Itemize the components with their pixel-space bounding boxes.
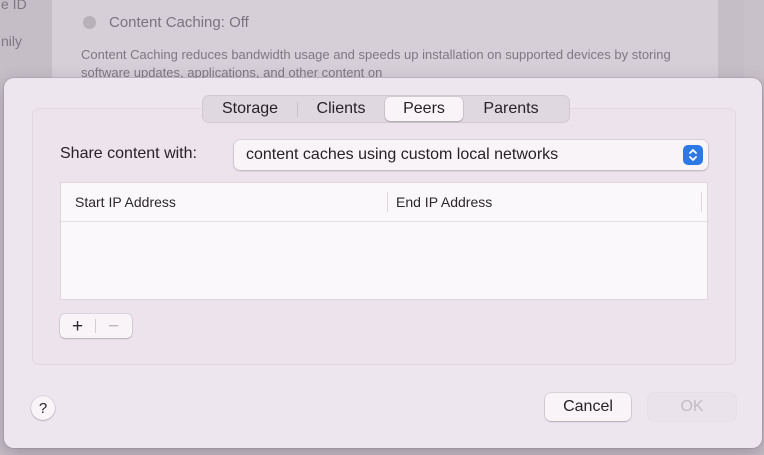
tab-parents[interactable]: Parents: [465, 97, 557, 121]
share-content-popup[interactable]: content caches using custom local networ…: [234, 140, 708, 170]
column-divider: [701, 192, 702, 212]
column-divider: [387, 192, 388, 212]
table-header: Start IP Address End IP Address: [61, 183, 707, 222]
chevron-updown-icon: [683, 145, 703, 165]
cancel-button[interactable]: Cancel: [545, 393, 631, 421]
background-sidebar-label: nily: [1, 33, 23, 49]
background-sidebar-label: e ID: [1, 0, 27, 12]
remove-range-button[interactable]: −: [96, 314, 131, 338]
tab-bar: Storage Clients Peers Parents: [202, 95, 570, 123]
tab-divider: [297, 101, 298, 117]
column-header-end-ip[interactable]: End IP Address: [396, 194, 492, 210]
status-dot-icon: [83, 16, 96, 29]
content-caching-status: Content Caching: Off: [83, 14, 249, 31]
share-content-value: content caches using custom local networ…: [246, 146, 559, 163]
tab-content-panel: Share content with: content caches using…: [32, 108, 736, 365]
share-content-label: Share content with:: [60, 145, 197, 162]
advanced-options-sheet: Share content with: content caches using…: [4, 78, 762, 448]
ok-button[interactable]: OK: [648, 393, 736, 421]
tab-storage[interactable]: Storage: [204, 97, 296, 121]
ip-range-table[interactable]: Start IP Address End IP Address: [60, 182, 708, 300]
column-header-start-ip[interactable]: Start IP Address: [75, 194, 176, 210]
content-caching-description: Content Caching reduces bandwidth usage …: [81, 47, 671, 80]
add-remove-control: + −: [60, 314, 132, 338]
content-caching-status-label: Content Caching: Off: [109, 14, 249, 31]
help-button[interactable]: ?: [31, 396, 55, 420]
tab-peers[interactable]: Peers: [385, 97, 463, 121]
tab-clients[interactable]: Clients: [299, 97, 383, 121]
add-range-button[interactable]: +: [60, 314, 95, 338]
background-edge: [744, 0, 764, 80]
